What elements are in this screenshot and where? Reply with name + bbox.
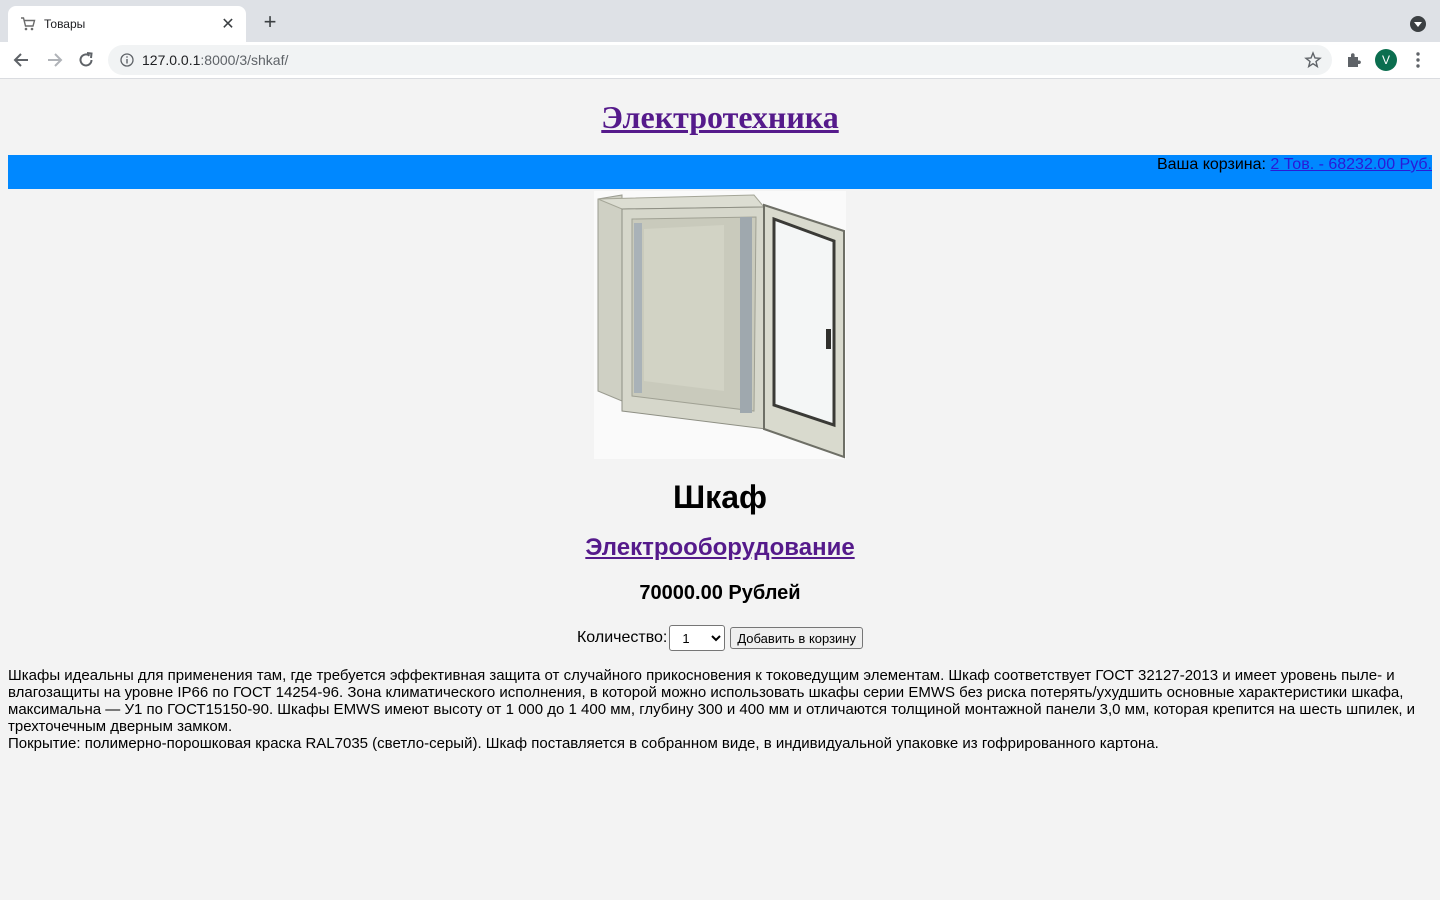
quantity-select[interactable]: 1 xyxy=(669,625,726,651)
quantity-label: Количество: xyxy=(576,629,668,646)
product-image xyxy=(594,191,846,459)
browser-menu-icon[interactable] xyxy=(1410,50,1426,70)
tab-search-icon[interactable] xyxy=(1410,16,1426,32)
profile-avatar[interactable]: V xyxy=(1375,49,1397,71)
site-title-link[interactable]: Электротехника xyxy=(601,99,838,135)
url-text: 127.0.0.1:8000/3/shkaf/ xyxy=(142,52,288,68)
new-tab-plus-icon[interactable]: + xyxy=(258,11,282,35)
cart-summary-link[interactable]: 2 Тов. - 68232.00 Руб. xyxy=(1270,156,1432,173)
description-paragraph-2: Покрытие: полимерно-порошковая краска RA… xyxy=(8,735,1159,752)
tab-title: Товары xyxy=(44,17,86,31)
browser-tab-strip: Товары ✕ + xyxy=(0,0,1440,42)
page-content: Электротехника Ваша корзина: 2 Тов. - 68… xyxy=(0,79,1440,752)
cart-bar: Ваша корзина: 2 Тов. - 68232.00 Руб. xyxy=(8,155,1432,189)
forward-arrow-icon[interactable] xyxy=(44,50,64,70)
category-link[interactable]: Электрооборудование xyxy=(585,534,854,561)
address-bar[interactable]: 127.0.0.1:8000/3/shkaf/ xyxy=(108,45,1332,75)
browser-toolbar: 127.0.0.1:8000/3/shkaf/ V xyxy=(0,42,1440,79)
browser-tab[interactable]: Товары ✕ xyxy=(8,6,246,42)
cart-favicon-icon xyxy=(20,16,36,32)
site-info-icon[interactable] xyxy=(120,53,134,67)
url-host: 127.0.0.1 xyxy=(142,52,201,68)
add-to-cart-form: Количество: 1 Добавить в корзину xyxy=(8,625,1432,651)
product-category: Электрооборудование xyxy=(8,534,1432,562)
product-price: 70000.00 Рублей xyxy=(639,582,801,604)
extensions-puzzle-icon[interactable] xyxy=(1344,50,1364,70)
site-title: Электротехника xyxy=(8,79,1432,155)
add-to-cart-button[interactable]: Добавить в корзину xyxy=(730,627,863,649)
url-path: :8000/3/shkaf/ xyxy=(200,52,289,68)
cabinet-illustration xyxy=(594,191,846,459)
description-paragraph-1: Шкафы идеальны для применения там, где т… xyxy=(8,667,1416,735)
bookmark-star-icon[interactable] xyxy=(1304,51,1322,69)
reload-icon[interactable] xyxy=(76,50,96,70)
tab-close-icon[interactable]: ✕ xyxy=(220,14,236,34)
product-description: Шкафы идеальны для применения там, где т… xyxy=(8,667,1432,752)
back-arrow-icon[interactable] xyxy=(12,50,32,70)
cart-label: Ваша корзина: xyxy=(1156,156,1271,173)
product-name: Шкаф xyxy=(673,479,767,515)
